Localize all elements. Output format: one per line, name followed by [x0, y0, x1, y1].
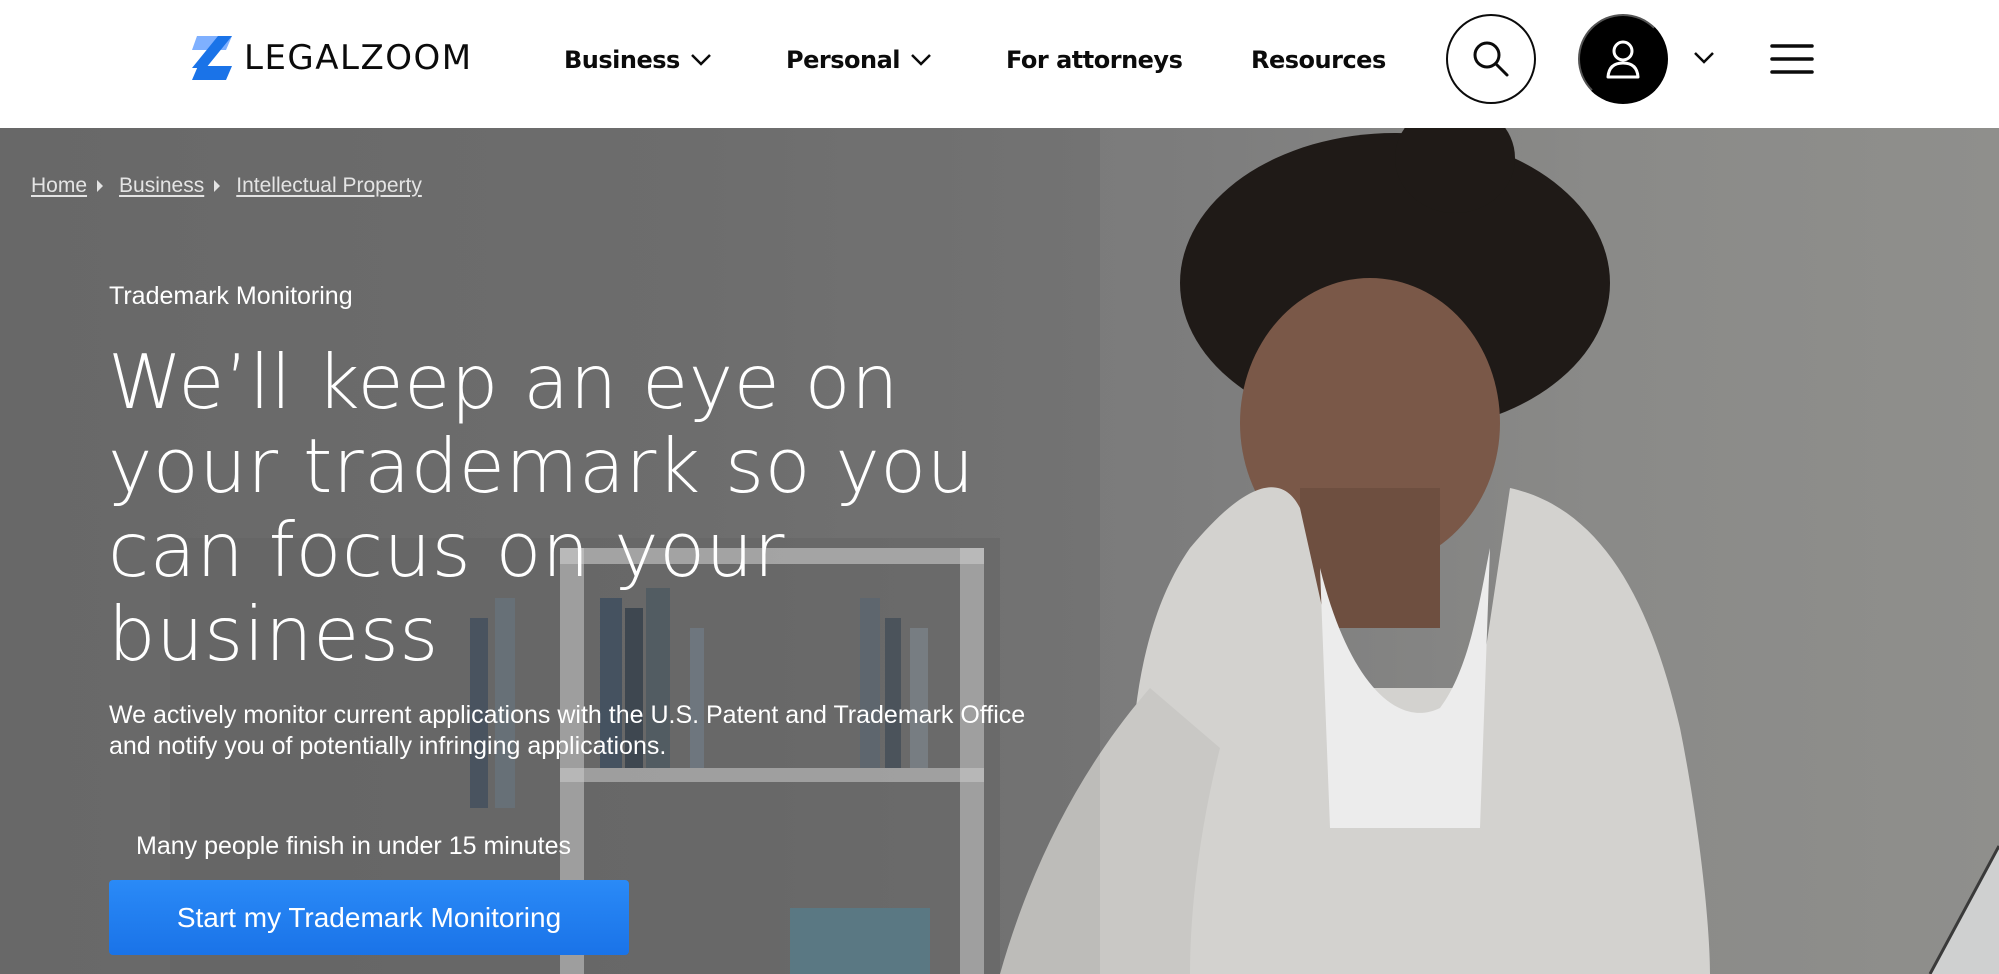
search-button[interactable] — [1446, 14, 1536, 104]
search-icon — [1473, 41, 1509, 77]
user-icon — [1606, 40, 1640, 79]
breadcrumb-link-business[interactable]: Business — [119, 174, 204, 198]
breadcrumb-link-intellectual-property[interactable]: Intellectual Property — [236, 174, 422, 198]
breadcrumb-separator-icon — [97, 180, 104, 192]
nav-item-label: For attorneys — [1006, 46, 1183, 74]
account-dropdown-chevron-icon[interactable] — [1692, 48, 1716, 68]
start-trademark-monitoring-button[interactable]: Start my Trademark Monitoring — [109, 880, 629, 955]
completion-time-note: Many people finish in under 15 minutes — [136, 832, 571, 860]
hero-section: Home Business Intellectual Property Trad… — [0, 128, 1999, 974]
breadcrumb-link-home[interactable]: Home — [31, 174, 87, 198]
site-header: LEGALZOOM Business Personal For attorney… — [0, 0, 1999, 128]
hero-eyebrow: Trademark Monitoring — [109, 282, 353, 310]
legalzoom-logo-icon — [192, 36, 232, 80]
nav-item-label: Personal — [786, 46, 900, 74]
chevron-down-icon — [911, 54, 931, 66]
hero-description: We actively monitor current applications… — [109, 701, 1026, 760]
nav-item-personal[interactable]: Personal — [786, 38, 932, 82]
chevron-down-icon — [690, 54, 711, 66]
hamburger-menu-icon[interactable] — [1770, 42, 1814, 76]
hero-headline: We’ll keep an eye on your trademark so y… — [108, 338, 975, 678]
nav-item-resources[interactable]: Resources — [1251, 38, 1386, 82]
nav-item-for-attorneys[interactable]: For attorneys — [1006, 38, 1183, 82]
breadcrumb: Home Business Intellectual Property — [31, 174, 422, 198]
brand-name: LEGALZOOM — [244, 38, 473, 78]
logo-link[interactable]: LEGALZOOM — [192, 36, 473, 80]
nav-item-label: Business — [564, 46, 680, 74]
nav-item-business[interactable]: Business — [564, 38, 712, 82]
nav-item-label: Resources — [1251, 46, 1386, 74]
breadcrumb-separator-icon — [214, 180, 221, 192]
account-button[interactable] — [1578, 14, 1668, 104]
